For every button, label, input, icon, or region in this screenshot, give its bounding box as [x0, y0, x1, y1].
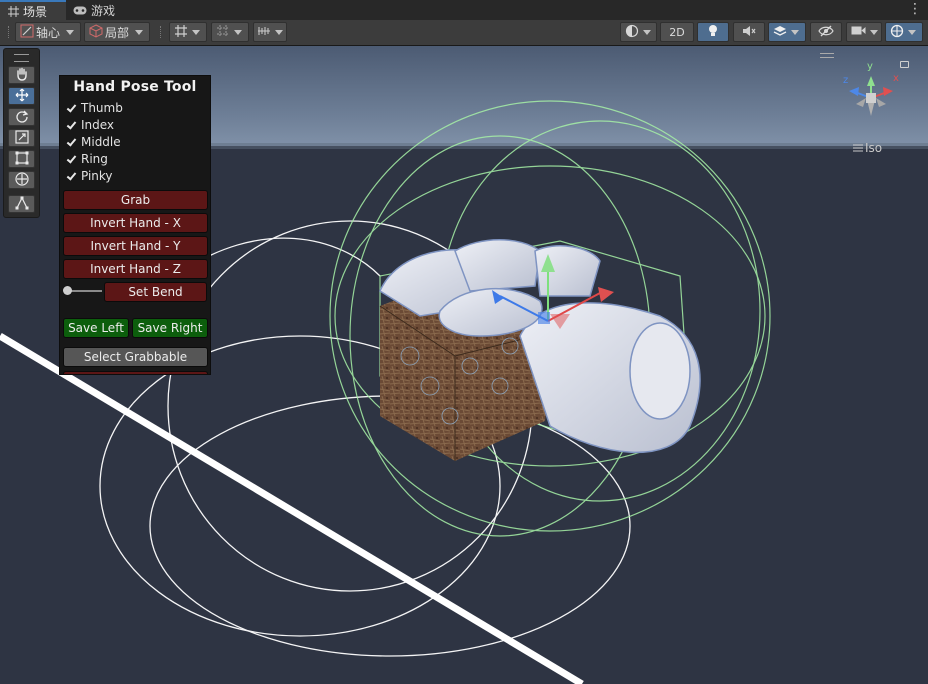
- gizmo-axis-z: z: [843, 75, 849, 86]
- set-bend-button[interactable]: Set Bend: [104, 282, 207, 302]
- ring-toggle[interactable]: Ring: [66, 151, 108, 167]
- toolbar-grip: [160, 26, 163, 38]
- bend-slider-thumb[interactable]: [63, 286, 72, 295]
- grab-button[interactable]: Grab: [63, 190, 208, 210]
- grid-snap-icon: [174, 24, 188, 41]
- pivot-icon: [20, 24, 34, 41]
- scene-toolbar: 轴心 局部 2D: [0, 20, 928, 46]
- layers-icon: [773, 24, 787, 41]
- hand-pose-panel: Hand Pose Tool Thumb Index Middle Ring P…: [59, 75, 211, 375]
- save-left-button[interactable]: Save Left: [63, 318, 129, 338]
- checkmark-icon: [66, 120, 76, 130]
- tab-scene[interactable]: 场景: [0, 0, 66, 20]
- tools-drag-handle[interactable]: [14, 54, 29, 62]
- checkmark-icon: [66, 137, 76, 147]
- checkmark-icon: [66, 154, 76, 164]
- scale-tool-button[interactable]: [8, 129, 35, 147]
- transform-tool-button[interactable]: [8, 171, 35, 189]
- pinky-label: Pinky: [81, 169, 113, 183]
- rotate-icon: [15, 109, 29, 126]
- panel-overflow-button[interactable]: [63, 371, 208, 374]
- gizmo-globe-icon: [890, 24, 904, 41]
- index-toggle[interactable]: Index: [66, 117, 114, 133]
- invert-x-button[interactable]: Invert Hand - X: [63, 213, 208, 233]
- overlay-handle-icon[interactable]: [820, 53, 834, 58]
- chevron-down-icon: [791, 29, 799, 35]
- checkmark-icon: [66, 171, 76, 181]
- pinky-toggle[interactable]: Pinky: [66, 168, 113, 184]
- chevron-down-icon: [643, 29, 651, 35]
- gizmos-dropdown[interactable]: [885, 22, 923, 42]
- select-grabbable-button[interactable]: Select Grabbable: [63, 347, 208, 367]
- space-label: 局部: [105, 25, 130, 40]
- rotate-tool-button[interactable]: [8, 108, 35, 126]
- thumb-label: Thumb: [81, 101, 123, 115]
- thumb-toggle[interactable]: Thumb: [66, 100, 123, 116]
- chevron-down-icon: [234, 29, 242, 35]
- menu-lines-icon: [853, 141, 863, 155]
- projection-toggle[interactable]: Iso: [853, 141, 882, 155]
- tab-game-label: 游戏: [91, 3, 116, 18]
- invert-y-button[interactable]: Invert Hand - Y: [63, 236, 208, 256]
- chevron-down-icon: [908, 29, 916, 35]
- tab-scene-label: 场景: [23, 4, 48, 19]
- chevron-down-icon: [275, 29, 283, 35]
- middle-toggle[interactable]: Middle: [66, 134, 121, 150]
- grid-settings-dropdown[interactable]: [253, 22, 287, 42]
- tab-game[interactable]: 游戏: [65, 0, 141, 20]
- pivot-dropdown[interactable]: 轴心: [15, 22, 81, 42]
- middle-label: Middle: [81, 135, 121, 149]
- chevron-down-icon: [870, 29, 878, 35]
- lighting-toggle[interactable]: [697, 22, 729, 42]
- hand-icon: [15, 67, 29, 84]
- mode-2d-label: 2D: [669, 25, 685, 39]
- chevron-down-icon: [135, 29, 144, 35]
- checkmark-icon: [66, 103, 76, 113]
- camera-icon: [851, 25, 866, 39]
- custom-tool-icon: [15, 196, 29, 213]
- effects-dropdown[interactable]: [768, 22, 806, 42]
- chevron-down-icon: [66, 29, 75, 35]
- draw-mode-dropdown[interactable]: [620, 22, 657, 42]
- camera-dropdown[interactable]: [846, 22, 882, 42]
- grid-snap-dropdown[interactable]: [169, 22, 207, 42]
- pivot-label: 轴心: [36, 25, 61, 40]
- light-bulb-icon: [707, 24, 719, 41]
- rect-transform-icon: [15, 151, 29, 168]
- hand-tool-button[interactable]: [8, 66, 35, 84]
- rect-tool-button[interactable]: [8, 150, 35, 168]
- ruler-icon: [257, 24, 271, 41]
- space-dropdown[interactable]: 局部: [84, 22, 150, 42]
- transform-icon: [14, 171, 29, 189]
- scale-icon: [14, 129, 29, 147]
- snap-increment-icon: [216, 24, 230, 41]
- custom-tool-button[interactable]: [8, 195, 35, 213]
- invert-z-button[interactable]: Invert Hand - Z: [63, 259, 208, 279]
- mode-2d-toggle[interactable]: 2D: [660, 22, 694, 42]
- more-options-icon[interactable]: ⋮: [908, 2, 922, 16]
- gizmo-lock-icon[interactable]: [900, 61, 909, 68]
- shaded-sphere-icon: [625, 24, 639, 41]
- speaker-mute-icon: [742, 25, 756, 40]
- toolbar-grip: [8, 26, 11, 38]
- gizmo-axis-x: x: [893, 73, 899, 84]
- gizmo-axis-y: y: [867, 61, 873, 72]
- increment-snap-dropdown[interactable]: [211, 22, 249, 42]
- eye-off-icon: [818, 25, 834, 40]
- cube-icon: [89, 23, 103, 41]
- save-right-button[interactable]: Save Right: [132, 318, 208, 338]
- tab-bar: 场景 游戏 ⋮: [0, 0, 928, 20]
- chevron-down-icon: [192, 29, 200, 35]
- projection-label: Iso: [865, 141, 883, 155]
- ring-label: Ring: [81, 152, 108, 166]
- tools-overlay: [3, 48, 40, 218]
- move-tool-button[interactable]: [8, 87, 35, 105]
- move-arrows-icon: [15, 88, 29, 105]
- audio-toggle[interactable]: [733, 22, 765, 42]
- grid-icon: [8, 5, 19, 17]
- panel-title: Hand Pose Tool: [73, 79, 197, 95]
- index-label: Index: [81, 118, 115, 132]
- gamepad-icon: [73, 6, 87, 15]
- scene-visibility-toggle[interactable]: [810, 22, 842, 42]
